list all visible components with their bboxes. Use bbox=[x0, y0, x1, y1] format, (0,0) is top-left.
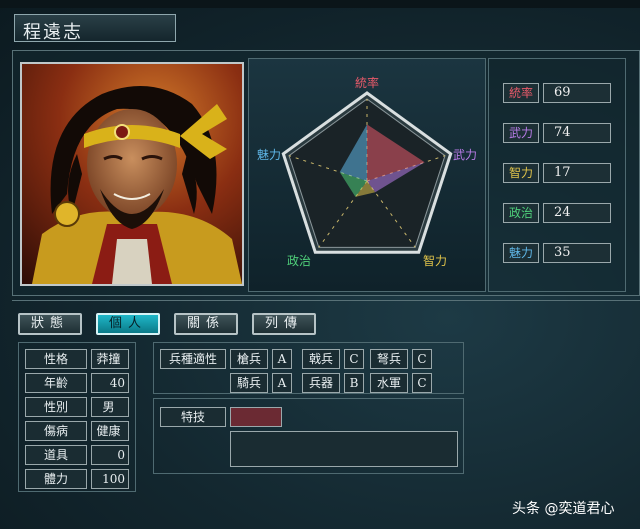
officer-name-bar: 程遠志 bbox=[14, 14, 176, 43]
aptitude-grade-1: C bbox=[344, 349, 364, 369]
aptitude-grade-4: B bbox=[344, 373, 364, 393]
personal-label-3: 傷病 bbox=[25, 421, 87, 441]
skill-label: 特技 bbox=[160, 407, 226, 427]
personal-value-4: 0 bbox=[91, 445, 129, 465]
aptitude-title: 兵種適性 bbox=[160, 349, 226, 369]
stat-label-4: 魅力 bbox=[503, 243, 539, 263]
aptitude-grade-2: C bbox=[412, 349, 432, 369]
personal-label-4: 道具 bbox=[25, 445, 87, 465]
ability-stats-panel: 統率 69 武力 74 智力 17 政治 24 魅力 35 bbox=[488, 58, 626, 292]
aptitude-unit-2: 弩兵 bbox=[370, 349, 408, 369]
personal-info-panel: 性格 莽撞 年齡 40 性別男傷病 健康 道具 0 體力 100 bbox=[18, 342, 136, 492]
special-skill-panel: 特技 bbox=[153, 398, 464, 474]
stat-value-0: 69 bbox=[543, 83, 611, 103]
skill-description-box bbox=[230, 431, 458, 467]
personal-label-1: 年齡 bbox=[25, 373, 87, 393]
aptitude-grade-5: C bbox=[412, 373, 432, 393]
officer-name: 程遠志 bbox=[23, 22, 83, 43]
personal-value-1: 40 bbox=[91, 373, 129, 393]
personal-value-0: 莽撞 bbox=[91, 349, 129, 369]
aptitude-grade-3: A bbox=[272, 373, 292, 393]
radar-axis-label-0: 統率 bbox=[355, 75, 379, 90]
aptitude-unit-0: 槍兵 bbox=[230, 349, 268, 369]
tab-biography[interactable]: 列傳 bbox=[252, 313, 316, 335]
aptitude-unit-3: 騎兵 bbox=[230, 373, 268, 393]
stat-value-1: 74 bbox=[543, 123, 611, 143]
tab-status[interactable]: 狀態 bbox=[18, 313, 82, 335]
personal-value-3: 健康 bbox=[91, 421, 129, 441]
game-screen: 程遠志 統率 武力 智力 政治 魅力 統率 69 武力 74 智力 17 政治 … bbox=[0, 0, 640, 529]
skill-value bbox=[230, 407, 282, 427]
radar-axis-label-1: 武力 bbox=[453, 148, 477, 162]
radar-axis-label-3: 政治 bbox=[287, 254, 311, 268]
aptitude-unit-1: 戟兵 bbox=[302, 349, 340, 369]
ability-radar-chart: 統率武力智力 政治 魅力 bbox=[248, 58, 486, 292]
personal-label-5: 體力 bbox=[25, 469, 87, 489]
personal-value-2: 男 bbox=[91, 397, 129, 417]
top-strip bbox=[0, 0, 640, 8]
stat-label-1: 武力 bbox=[503, 123, 539, 143]
watermark: 头条 @奕道君心 bbox=[512, 501, 615, 517]
personal-value-5: 100 bbox=[91, 469, 129, 489]
personal-label-0: 性格 bbox=[25, 349, 87, 369]
radar-axis-label-4: 魅力 bbox=[257, 147, 281, 162]
personal-label-2: 性別 bbox=[25, 397, 87, 417]
stat-value-4: 35 bbox=[543, 243, 611, 263]
stat-label-0: 統率 bbox=[503, 83, 539, 103]
aptitude-grade-0: A bbox=[272, 349, 292, 369]
officer-portrait bbox=[20, 62, 244, 286]
stat-label-2: 智力 bbox=[503, 163, 539, 183]
stat-label-3: 政治 bbox=[503, 203, 539, 223]
radar-axis-label-2: 智力 bbox=[423, 253, 447, 268]
tab-relations[interactable]: 關係 bbox=[174, 313, 238, 335]
aptitude-unit-5: 水軍 bbox=[370, 373, 408, 393]
stat-value-3: 24 bbox=[543, 203, 611, 223]
unit-aptitude-panel: 兵種適性 槍兵 A 戟兵 C 弩兵 C 騎兵 A 兵器 B 水軍 C bbox=[153, 342, 464, 394]
stat-value-2: 17 bbox=[543, 163, 611, 183]
tab-personal[interactable]: 個人 bbox=[96, 313, 160, 335]
aptitude-unit-4: 兵器 bbox=[302, 373, 340, 393]
